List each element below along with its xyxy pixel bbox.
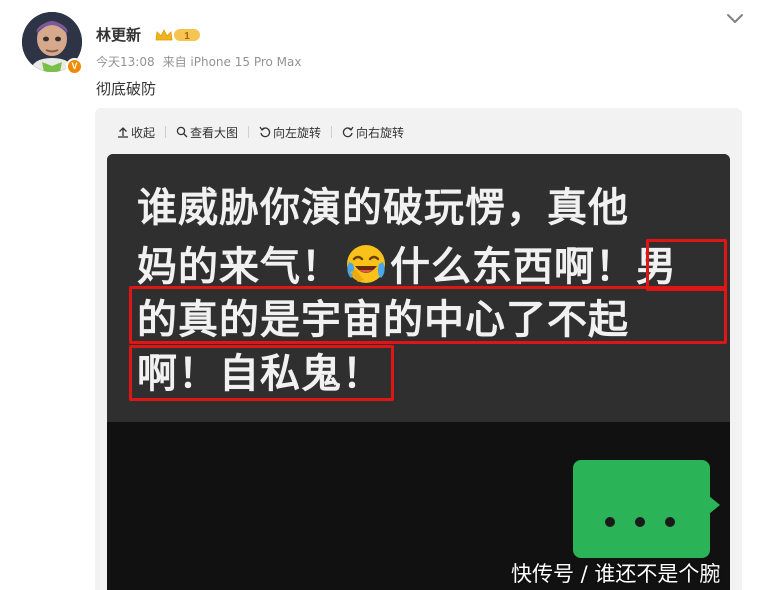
rotate-left-button[interactable]: 向左旋转 xyxy=(259,124,321,141)
ellipsis-dots-icon xyxy=(605,517,675,527)
message-line-2: 妈的来气！ 什么东西啊！男 xyxy=(137,242,677,291)
chevron-down-icon[interactable] xyxy=(724,10,746,26)
post-text: 彻底破防 xyxy=(96,80,157,98)
rotate-right-button[interactable]: 向右旋转 xyxy=(342,124,404,141)
rotate-left-label: 向左旋转 xyxy=(273,125,322,140)
typing-message-bubble xyxy=(573,460,710,558)
bubble-tail xyxy=(709,496,720,514)
red-highlight-box xyxy=(646,239,727,291)
rotate-left-icon xyxy=(259,126,271,138)
red-highlight-box xyxy=(129,345,394,401)
crying-laughing-emoji-icon xyxy=(347,245,385,283)
image-watermark: 快传号 / 谁还不是个腕 xyxy=(511,562,721,586)
view-large-label: 查看大图 xyxy=(190,125,239,140)
toolbar-divider xyxy=(248,126,250,138)
view-large-button[interactable]: 查看大图 xyxy=(176,124,238,141)
collapse-arrow-icon xyxy=(118,127,128,138)
message-line-2-middle: 什么东西啊！ xyxy=(390,244,636,290)
author-name[interactable]: 林更新 xyxy=(96,24,141,45)
image-toolbar: 收起 查看大图 向左旋转 向右旋转 xyxy=(117,123,404,141)
member-level: 1 xyxy=(184,31,190,42)
rotate-right-label: 向右旋转 xyxy=(356,125,405,140)
message-line-2-start: 妈的来气！ xyxy=(137,244,342,290)
post-timestamp[interactable]: 今天13:08 xyxy=(96,55,155,69)
rotate-right-icon xyxy=(342,126,354,138)
member-crown-icon[interactable]: 1 xyxy=(154,27,202,43)
toolbar-divider xyxy=(165,126,167,138)
search-icon xyxy=(176,126,188,138)
post-meta: 今天13:08 来自 iPhone 15 Pro Max xyxy=(96,53,301,70)
red-highlight-box xyxy=(129,286,727,344)
post-source: 来自 iPhone 15 Pro Max xyxy=(162,55,302,69)
toolbar-divider xyxy=(331,126,333,138)
collapse-button[interactable]: 收起 xyxy=(117,124,155,141)
verified-badge-icon: V xyxy=(66,58,83,75)
message-line-1: 谁威胁你演的破玩愣，真他 xyxy=(137,185,629,231)
post-image[interactable]: 谁威胁你演的破玩愣，真他 妈的来气！ 什么东西啊！男 的真的是宇宙的中心了不起 … xyxy=(107,154,730,590)
collapse-label: 收起 xyxy=(131,125,156,140)
expanded-image-panel: 收起 查看大图 向左旋转 向右旋转 谁威胁你演的破玩愣，真他 妈的来气！ 什么东… xyxy=(95,108,742,590)
weibo-post: V 林更新 1 今天13:08 来自 iPhone 15 Pro Max 彻底破防… xyxy=(0,0,768,590)
